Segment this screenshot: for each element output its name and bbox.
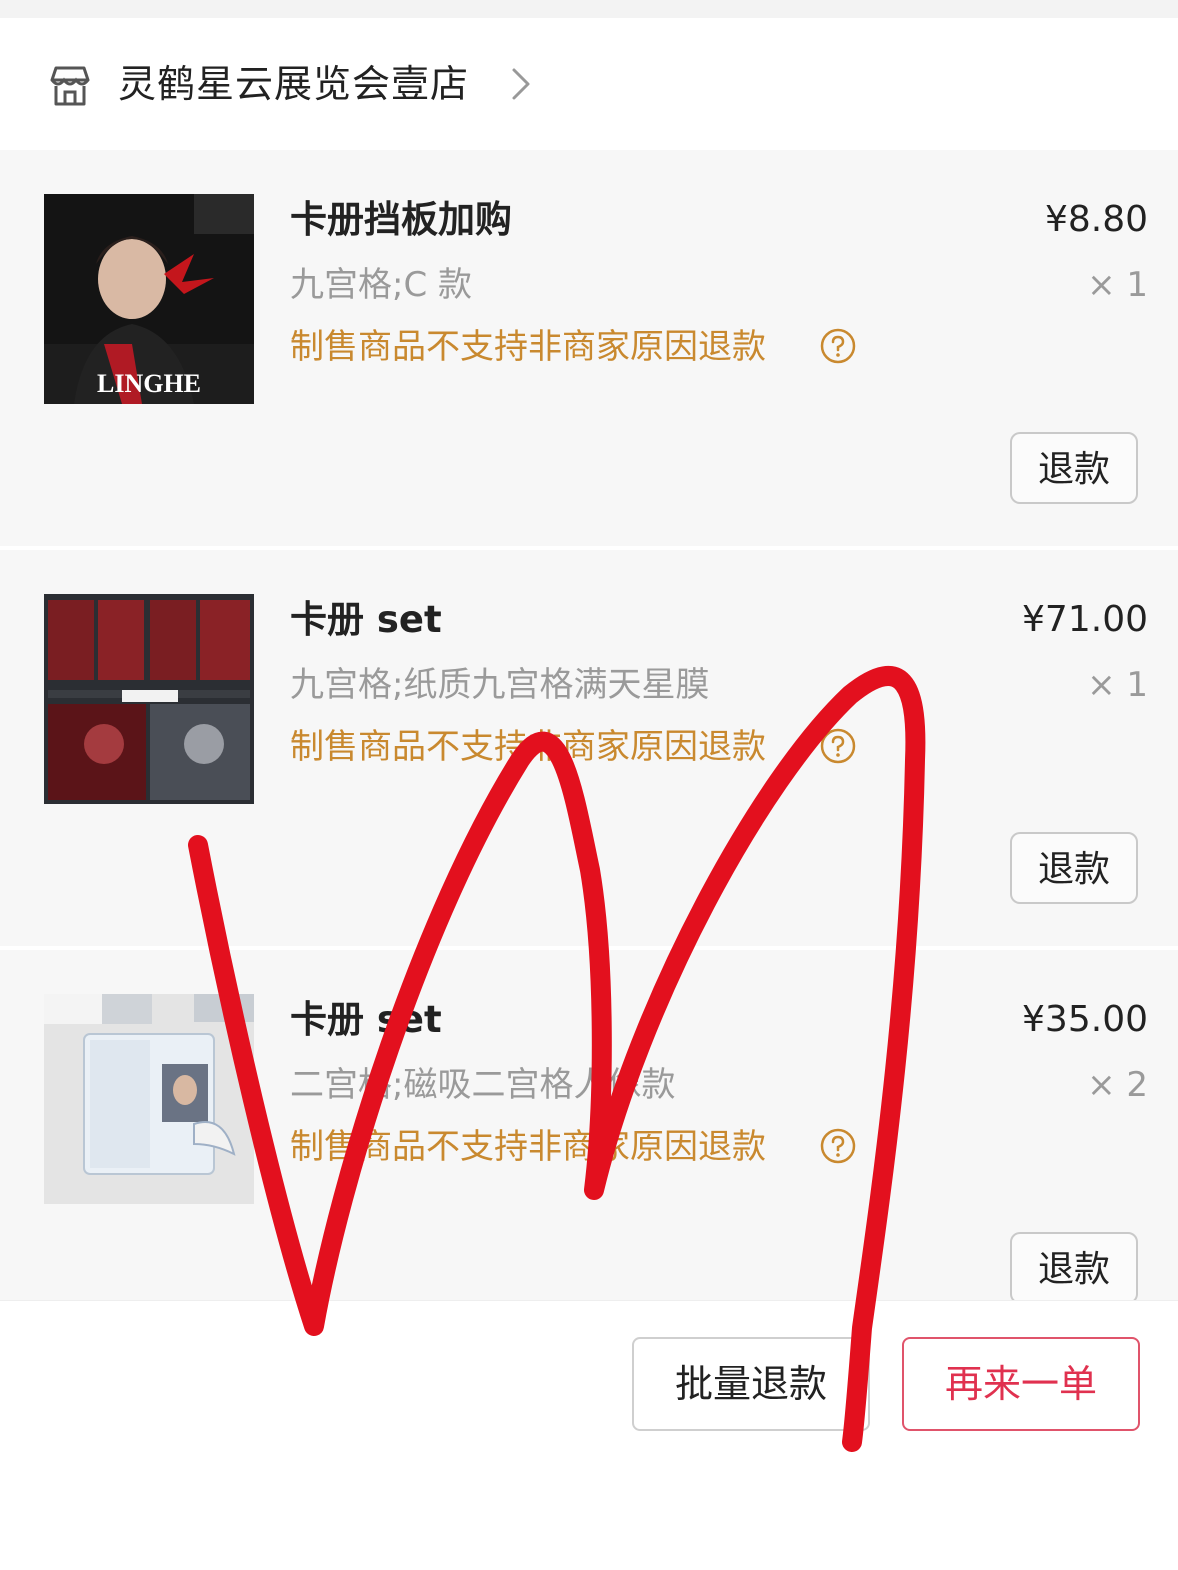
- top-strip: [0, 0, 1178, 18]
- item-title[interactable]: 卡册挡板加购: [290, 194, 512, 246]
- product-thumbnail[interactable]: [44, 994, 254, 1204]
- batch-refund-button[interactable]: 批量退款: [632, 1337, 870, 1431]
- item-spec: 九宫格;纸质九宫格满天星膜: [290, 665, 710, 705]
- item-quantity: × 2: [1087, 1065, 1148, 1105]
- chevron-right-icon: [512, 68, 530, 100]
- item-price: ¥35.00: [1022, 999, 1148, 1040]
- item-title[interactable]: 卡册 set: [290, 994, 442, 1046]
- item-quantity: × 1: [1087, 265, 1148, 305]
- refund-button[interactable]: 退款: [1010, 832, 1138, 904]
- reorder-button[interactable]: 再来一单: [902, 1337, 1140, 1431]
- refund-notice: 制售商品不支持非商家原因退款: [290, 727, 766, 767]
- refund-button[interactable]: 退款: [1010, 432, 1138, 504]
- footer-action-bar: 批量退款 再来一单: [0, 1300, 1178, 1570]
- help-circle-icon[interactable]: [819, 327, 857, 365]
- item-spec: 九宫格;C 款: [290, 265, 473, 305]
- item-price: ¥71.00: [1022, 599, 1148, 640]
- item-title[interactable]: 卡册 set: [290, 594, 442, 646]
- item-spec: 二宫格;磁吸二宫格人像款: [290, 1065, 676, 1105]
- store-icon: [50, 66, 90, 106]
- thumbnail-text: LINGHE: [97, 369, 201, 398]
- help-circle-icon[interactable]: [819, 727, 857, 765]
- order-item: 卡册 set 九宫格;纸质九宫格满天星膜 制售商品不支持非商家原因退款 ¥71.…: [0, 550, 1178, 946]
- product-thumbnail[interactable]: [44, 594, 254, 804]
- help-circle-icon[interactable]: [819, 1127, 857, 1165]
- product-thumbnail[interactable]: LINGHE: [44, 194, 254, 404]
- refund-button[interactable]: 退款: [1010, 1232, 1138, 1300]
- item-price: ¥8.80: [1044, 199, 1148, 240]
- shop-name[interactable]: 灵鹤星云展览会壹店: [118, 58, 469, 110]
- order-item: LINGHE 卡册挡板加购 九宫格;C 款 制售商品不支持非商家原因退款 ¥8.…: [0, 150, 1178, 546]
- order-item: 卡册 set 二宫格;磁吸二宫格人像款 制售商品不支持非商家原因退款 ¥35.0…: [0, 950, 1178, 1300]
- refund-notice: 制售商品不支持非商家原因退款: [290, 1127, 766, 1167]
- item-quantity: × 1: [1087, 665, 1148, 705]
- refund-notice: 制售商品不支持非商家原因退款: [290, 327, 766, 367]
- shop-header[interactable]: 灵鹤星云展览会壹店: [0, 18, 1178, 150]
